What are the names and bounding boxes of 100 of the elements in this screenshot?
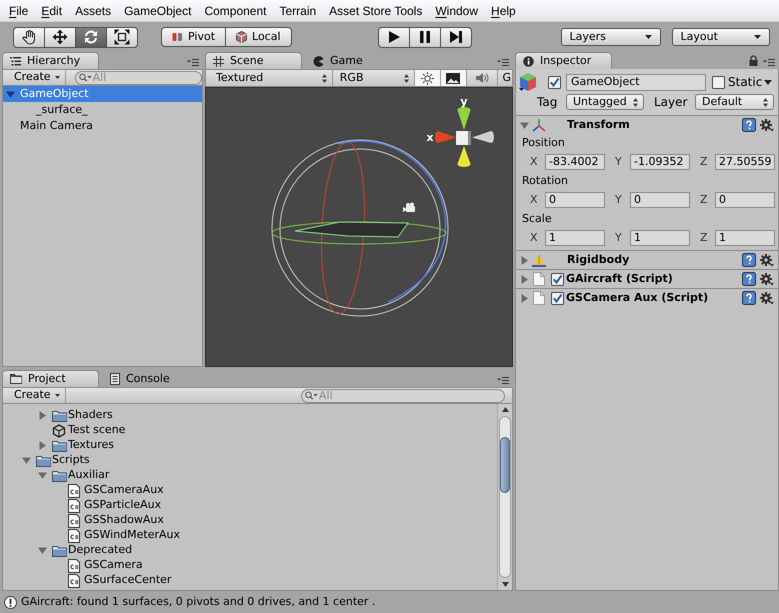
menu-icon[interactable] [763,59,775,66]
triangle-down-icon[interactable] [22,456,31,465]
tool-button[interactable] [13,26,45,48]
search-field[interactable]: All [301,388,505,402]
number-field[interactable]: 1 [630,230,690,246]
tool-button[interactable] [44,26,76,48]
checkbox[interactable] [548,76,561,88]
triangle-down-icon[interactable] [6,90,15,98]
help-icon[interactable] [742,253,756,267]
tree-item[interactable]: Shaders [3,408,497,423]
number-field[interactable]: 0 [545,192,605,208]
tree-item[interactable]: GameObject [3,86,202,102]
tree-item[interactable]: Auxiliar [3,468,497,483]
gear-icon[interactable] [760,254,774,266]
create-button[interactable]: Create [6,70,66,85]
tree-item[interactable]: GSCameraAux [3,483,497,498]
triangle-down-icon[interactable] [520,120,529,130]
menu-item[interactable]: Asset Store Tools [329,2,422,18]
triangle-right-icon[interactable] [520,294,529,302]
menu-icon[interactable] [497,377,509,384]
scene-viewport[interactable]: y x [205,87,513,367]
checkbox[interactable] [550,292,564,304]
draw-mode-dropdown[interactable]: Textured [206,70,333,86]
gizmos-button[interactable]: G [498,70,512,86]
tag-dropdown[interactable]: Untagged [566,94,644,110]
tree-item[interactable]: _surface_ [3,102,202,118]
pause-button[interactable] [408,26,441,48]
tree-item[interactable]: Test scene [3,423,497,438]
scrollbar[interactable] [497,404,512,590]
tree-item[interactable]: GSurfaceCenter [3,573,497,588]
tab[interactable]: Inspector [515,52,612,69]
tab[interactable]: Project [2,370,99,387]
triangle-down-icon[interactable] [38,546,47,555]
triangle-right-icon[interactable] [520,274,529,284]
play-button[interactable] [378,26,410,48]
create-button[interactable]: Create [6,388,66,403]
tree-item[interactable]: Deprecated [3,543,497,558]
triangle-right-icon[interactable] [38,411,47,420]
tab[interactable]: Game [305,52,402,69]
step-button[interactable] [440,26,472,48]
toggle-button[interactable] [440,70,467,86]
name-field[interactable]: GameObject [566,74,706,90]
number-field[interactable]: 1 [545,230,605,246]
lock-icon[interactable] [749,55,758,66]
cone-down[interactable] [458,146,470,167]
number-field[interactable]: -83.4002 [545,154,605,170]
gizmo-cube[interactable] [456,131,471,145]
triangle-right-icon[interactable] [520,256,529,264]
menu-item[interactable]: Assets [75,2,112,18]
triangle-right-icon[interactable] [38,441,47,450]
caret-down-icon[interactable] [764,80,772,84]
tree-item[interactable]: Scripts [3,453,497,468]
tree-item[interactable]: Textures [3,438,497,453]
menu-item[interactable]: Help [491,2,516,18]
tab[interactable]: Hierarchy [2,52,99,69]
toggle-button[interactable] [414,70,441,86]
number-field[interactable]: 0 [630,192,690,208]
gear-icon[interactable] [760,292,774,304]
tool-button[interactable] [106,26,138,48]
tree-item[interactable]: Main Camera [3,118,202,134]
triangle-down-icon[interactable] [38,471,47,480]
vertical-ellipse[interactable] [321,142,365,314]
arc-line[interactable] [338,140,446,303]
tab[interactable]: Console [102,370,199,387]
menu-icon[interactable] [187,59,199,66]
cone-up[interactable] [458,107,470,130]
gear-icon[interactable] [760,272,774,286]
menu-item[interactable]: Window [435,2,478,18]
menu-item[interactable]: Component [204,2,266,18]
scroll-down-icon[interactable] [502,582,508,587]
tree-item[interactable]: GSShadowAux [3,513,497,528]
layer-dropdown[interactable]: Default [695,94,774,110]
menu-item[interactable]: Terrain [279,2,316,18]
help-icon[interactable] [742,272,756,286]
menu-item[interactable]: GameObject [124,2,192,18]
number-field[interactable]: 1 [715,230,775,246]
menu-item[interactable]: File [9,2,28,18]
checkbox[interactable] [712,76,725,88]
layers-dropdown[interactable]: Layers [560,28,661,46]
search-field[interactable]: All [74,70,202,84]
pivot-button[interactable]: Pivot [161,27,226,47]
tree-item[interactable]: GSParticleAux [3,498,497,513]
layout-dropdown[interactable]: Layout [672,28,770,46]
cone-right[interactable] [472,131,494,143]
number-field[interactable]: 27.50559 [715,154,775,170]
tree-item[interactable]: GSWindMeterAux [3,528,497,543]
scroll-up-icon[interactable] [502,407,508,412]
number-field[interactable]: 0 [715,192,775,208]
tree-item[interactable]: GSCamera [3,558,497,573]
number-field[interactable]: -1.09352 [630,154,690,170]
checkbox[interactable] [550,272,564,286]
scrollbar-thumb[interactable] [500,437,510,493]
menu-item[interactable]: Edit [41,2,62,18]
local-button[interactable]: Local [225,27,292,47]
help-icon[interactable] [742,291,756,305]
tool-button[interactable] [75,26,107,48]
help-icon[interactable] [742,118,756,132]
menu-icon[interactable] [497,59,509,66]
gear-icon[interactable] [760,118,774,132]
tab[interactable]: Scene [205,52,302,69]
